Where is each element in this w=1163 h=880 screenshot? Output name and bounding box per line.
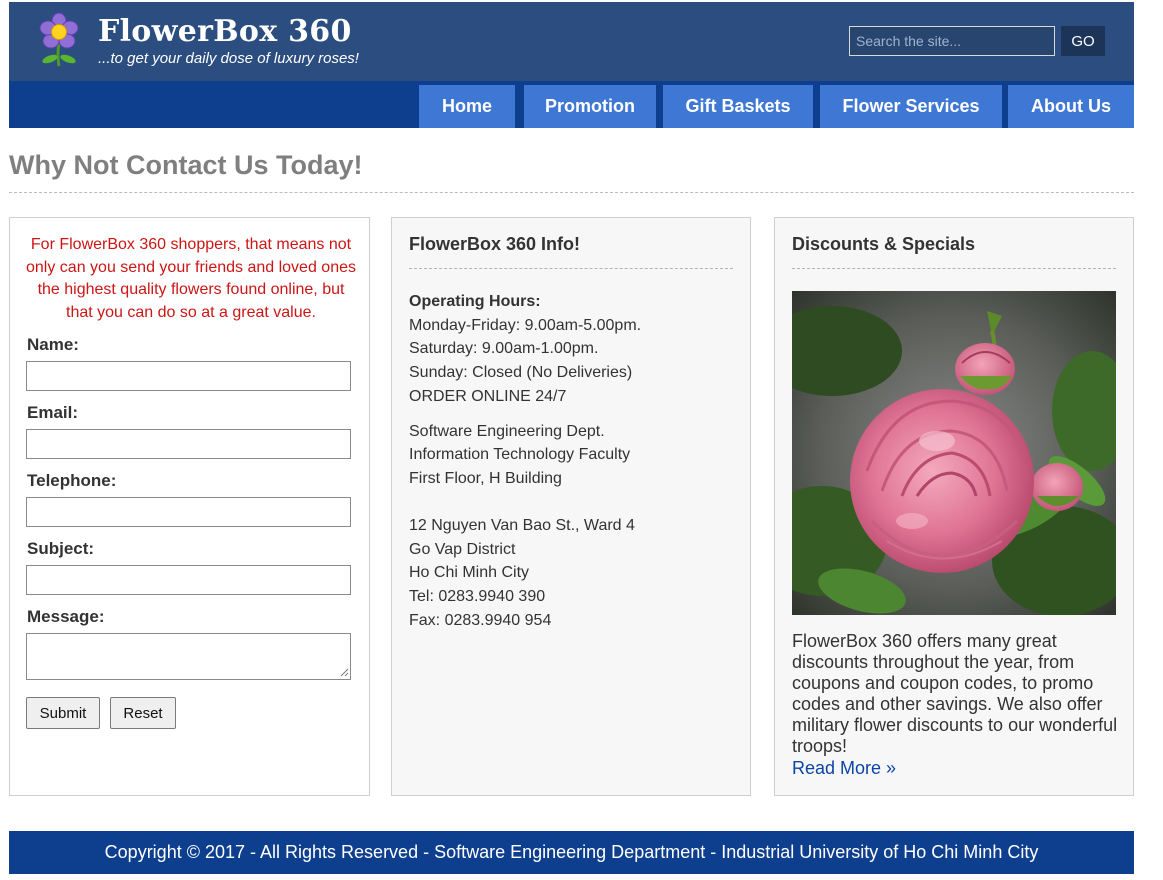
- search-input[interactable]: [849, 26, 1055, 56]
- telephone-field[interactable]: [26, 497, 351, 527]
- site-brand[interactable]: FlowerBox 360: [98, 14, 352, 49]
- nav-item-flower-services[interactable]: Flower Services: [820, 85, 1002, 128]
- site-footer: Copyright © 2017 - All Rights Reserved -…: [9, 831, 1134, 874]
- site-tagline: ...to get your daily dose of luxury rose…: [98, 50, 359, 67]
- nav-item-gift-baskets[interactable]: Gift Baskets: [663, 85, 813, 128]
- address-line: Ho Chi Minh City: [409, 564, 530, 581]
- specials-panel: Discounts & Specials FlowerBox 360 offer…: [774, 217, 1134, 796]
- nav-item-about-us[interactable]: About Us: [1008, 85, 1134, 128]
- telephone-label: Telephone:: [27, 471, 117, 490]
- rose-image: [792, 291, 1116, 615]
- hours-line: Monday-Friday: 9.00am-5.00pm.: [409, 317, 642, 334]
- email-field[interactable]: [26, 429, 351, 459]
- search-go-button[interactable]: GO: [1061, 26, 1105, 56]
- department-line: Software Engineering Dept.: [409, 423, 605, 440]
- contact-form-panel: For FlowerBox 360 shoppers, that means n…: [9, 217, 370, 796]
- hours-line: Sunday: Closed (No Deliveries): [409, 364, 633, 381]
- contact-intro-text: For FlowerBox 360 shoppers, that means n…: [26, 236, 356, 321]
- name-field[interactable]: [26, 361, 351, 391]
- reset-button[interactable]: Reset: [110, 697, 176, 729]
- email-label: Email:: [27, 403, 79, 422]
- message-field[interactable]: [26, 633, 351, 680]
- nav-item-promotion[interactable]: Promotion: [524, 85, 656, 128]
- read-more-link[interactable]: Read More »: [792, 758, 896, 779]
- name-label: Name:: [27, 335, 79, 354]
- specials-divider: [792, 268, 1116, 269]
- flower-logo-icon[interactable]: [37, 12, 81, 68]
- page: FlowerBox 360 ...to get your daily dose …: [9, 2, 1134, 874]
- main-nav: Home Promotion Gift Baskets Flower Servi…: [9, 81, 1134, 128]
- nav-item-home[interactable]: Home: [419, 85, 515, 128]
- department-line: First Floor, H Building: [409, 470, 562, 487]
- operating-hours-label: Operating Hours:: [409, 293, 541, 310]
- resize-grip-icon[interactable]: [340, 668, 349, 677]
- info-heading: FlowerBox 360 Info!: [409, 234, 581, 254]
- department-line: Information Technology Faculty: [409, 446, 631, 463]
- address-line: Go Vap District: [409, 541, 516, 558]
- specials-heading: Discounts & Specials: [792, 234, 976, 254]
- hours-line: Saturday: 9.00am-1.00pm.: [409, 340, 599, 357]
- subject-field[interactable]: [26, 565, 351, 595]
- page-title: Why Not Contact Us Today!: [9, 150, 363, 180]
- hours-line: ORDER ONLINE 24/7: [409, 388, 567, 405]
- site-header: FlowerBox 360 ...to get your daily dose …: [9, 2, 1134, 81]
- title-divider: [9, 192, 1134, 193]
- address-line: 12 Nguyen Van Bao St., Ward 4: [409, 517, 635, 534]
- subject-label: Subject:: [27, 539, 95, 558]
- message-label: Message:: [27, 607, 105, 626]
- fax-number: Fax: 0283.9940 954: [409, 612, 552, 629]
- specials-text: FlowerBox 360 offers many great discount…: [792, 631, 1118, 756]
- telephone-number: Tel: 0283.9940 390: [409, 588, 546, 605]
- info-divider: [409, 268, 733, 269]
- submit-button[interactable]: Submit: [26, 697, 100, 729]
- info-panel: FlowerBox 360 Info! Operating Hours: Mon…: [391, 217, 751, 796]
